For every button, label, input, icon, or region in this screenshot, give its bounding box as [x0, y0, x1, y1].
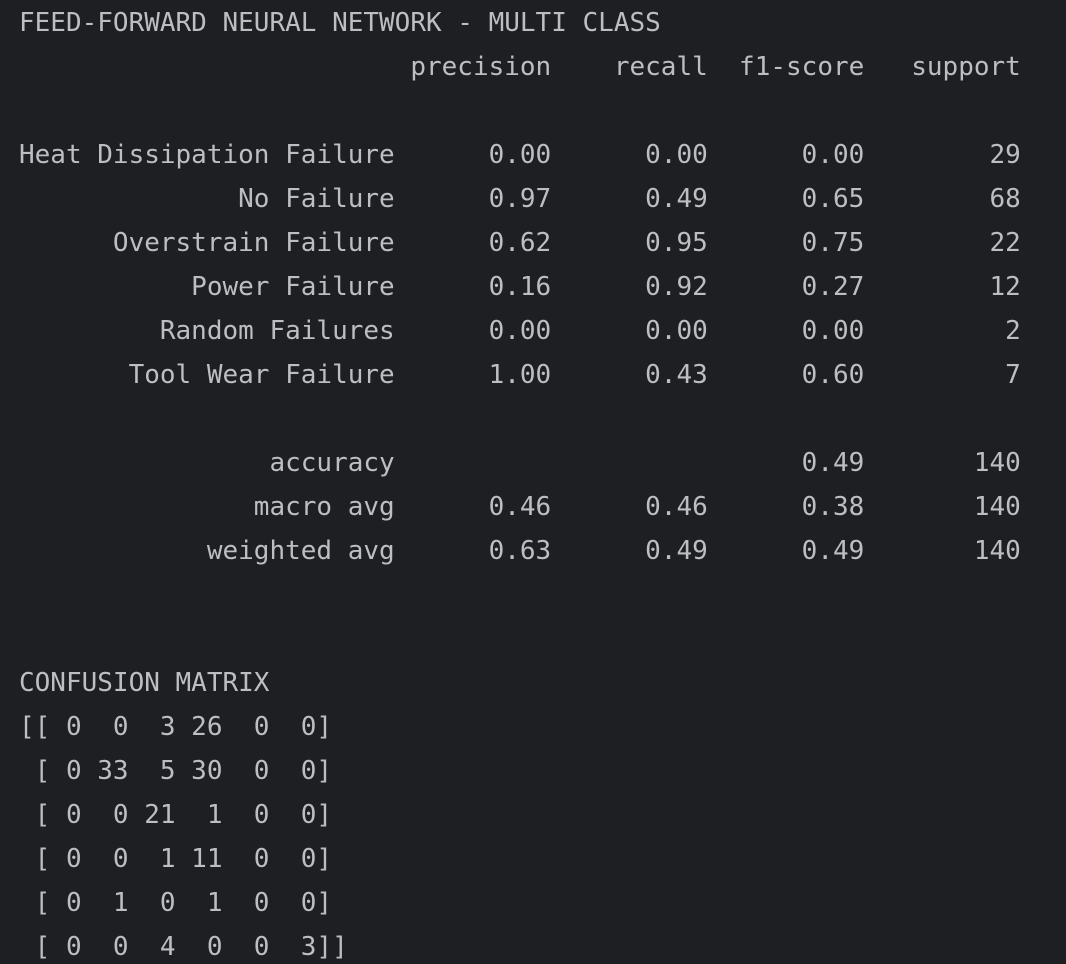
report-title: FEED-FORWARD NEURAL NETWORK - MULTI CLAS…	[19, 8, 661, 38]
confusion-matrix-row: [ 0 1 0 1 0 0]	[19, 888, 333, 918]
report-row: Heat Dissipation Failure 0.00 0.00 0.00 …	[19, 140, 1021, 170]
report-summary-row: weighted avg 0.63 0.49 0.49 140	[19, 536, 1021, 566]
report-row: Overstrain Failure 0.62 0.95 0.75 22	[19, 228, 1021, 258]
report-row: Power Failure 0.16 0.92 0.27 12	[19, 272, 1021, 302]
report-summary-row: macro avg 0.46 0.46 0.38 140	[19, 492, 1021, 522]
confusion-matrix-title: CONFUSION MATRIX	[19, 668, 270, 698]
console-output: FEED-FORWARD NEURAL NETWORK - MULTI CLAS…	[0, 0, 1066, 964]
report-header-row: precision recall f1-score support	[19, 52, 1021, 82]
confusion-matrix-row: [ 0 33 5 30 0 0]	[19, 756, 333, 786]
report-row: Random Failures 0.00 0.00 0.00 2	[19, 316, 1021, 346]
confusion-matrix-row: [[ 0 0 3 26 0 0]	[19, 712, 333, 742]
report-row: Tool Wear Failure 1.00 0.43 0.60 7	[19, 360, 1021, 390]
report-summary-row: accuracy 0.49 140	[19, 448, 1021, 478]
confusion-matrix-row: [ 0 0 1 11 0 0]	[19, 844, 333, 874]
confusion-matrix-row: [ 0 0 21 1 0 0]	[19, 800, 333, 830]
report-row: No Failure 0.97 0.49 0.65 68	[19, 184, 1021, 214]
confusion-matrix-row: [ 0 0 4 0 0 3]]	[19, 932, 348, 962]
